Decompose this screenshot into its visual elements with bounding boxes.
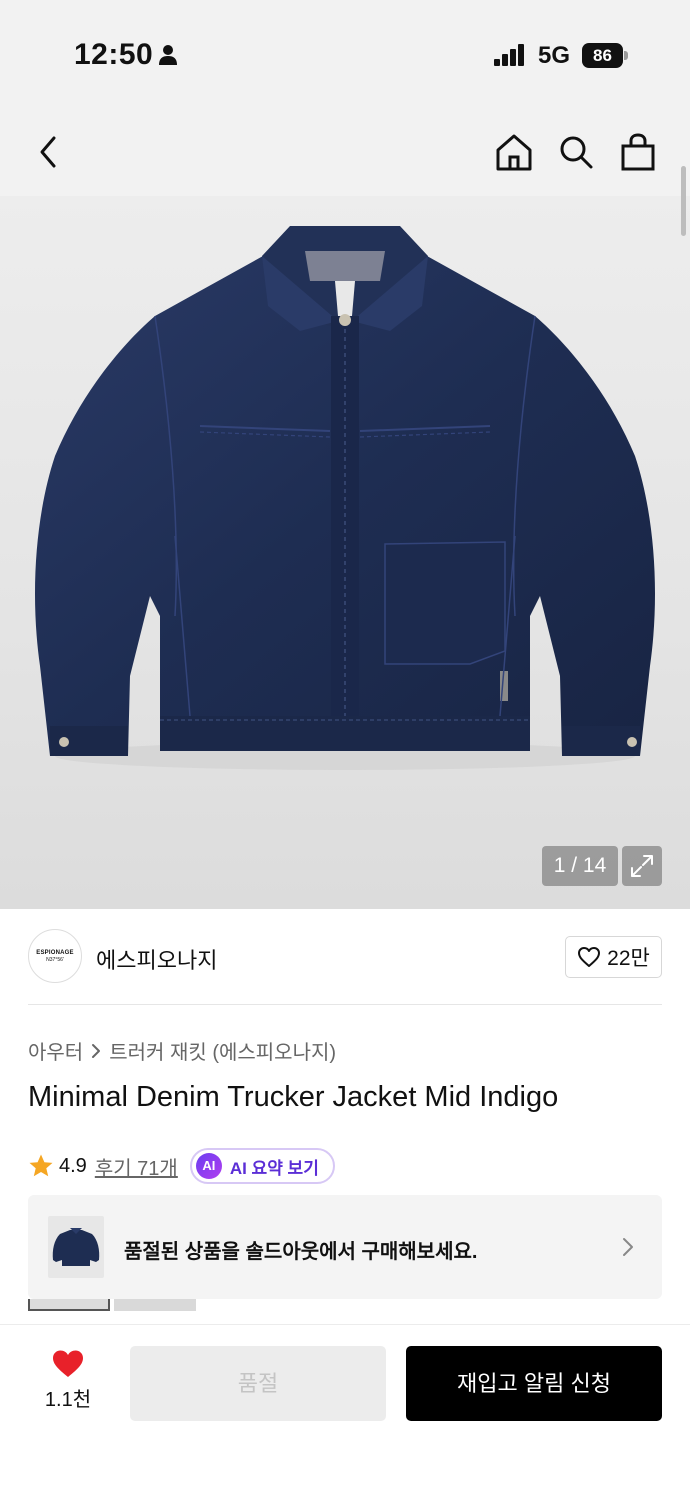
search-button[interactable]: [552, 128, 600, 176]
home-button[interactable]: [490, 128, 538, 176]
battery-level: 86: [582, 43, 623, 68]
rating-row: 4.9 후기 71개 AI AI 요약 보기: [28, 1148, 335, 1184]
back-button[interactable]: [24, 128, 72, 176]
product-title: Minimal Denim Trucker Jacket Mid Indigo: [28, 1081, 559, 1113]
wishlist-count: 1.1천: [44, 1389, 92, 1411]
breadcrumb-item-subcategory[interactable]: 트러커 재킷 (에스피오나지): [109, 1036, 336, 1065]
cart-button[interactable]: [614, 128, 662, 176]
ai-badge-icon: AI: [195, 1153, 222, 1179]
heart-outline-icon: [578, 947, 601, 967]
nav-bar: [0, 110, 690, 196]
bottom-action-bar: 1.1천 품절 재입고 알림 신청: [0, 1324, 690, 1500]
product-image: [35, 226, 655, 770]
status-bar: 12:50 5G 86: [0, 0, 690, 110]
color-option-selected[interactable]: [28, 1299, 110, 1311]
brand-logo-sub: N37°56': [46, 956, 64, 963]
brand-row: ESPIONAGE N37°56' 에스피오나지 22만: [0, 909, 690, 1005]
brand-like-button[interactable]: 22만: [565, 936, 662, 978]
brand-like-count: 22만: [607, 947, 650, 970]
ai-summary-button[interactable]: AI AI 요약 보기: [189, 1148, 335, 1184]
soldout-thumbnail: [48, 1216, 104, 1278]
network-label: 5G: [538, 42, 571, 69]
ai-summary-label: AI 요약 보기: [229, 1158, 319, 1178]
expand-icon: [631, 855, 653, 877]
chevron-right-icon: [92, 1043, 101, 1058]
home-icon: [496, 134, 532, 171]
chevron-left-icon: [40, 136, 56, 168]
shopping-bag-icon: [621, 133, 655, 171]
soldout-button: 품절: [130, 1346, 386, 1421]
status-time: 12:50: [74, 38, 154, 71]
brand-logo-text: ESPIONAGE: [36, 949, 74, 956]
soldout-banner-text: 품절된 상품을 솔드아웃에서 구매해보세요.: [124, 1241, 478, 1263]
breadcrumb-item-category[interactable]: 아우터: [28, 1036, 83, 1065]
soldout-banner[interactable]: 품절된 상품을 솔드아웃에서 구매해보세요.: [28, 1195, 662, 1299]
divider: [28, 1004, 662, 1005]
color-option[interactable]: [114, 1299, 196, 1311]
brand-name[interactable]: 에스피오나지: [96, 943, 217, 975]
person-icon: [159, 45, 177, 65]
restock-alert-button[interactable]: 재입고 알림 신청: [406, 1346, 662, 1421]
star-icon: [29, 1154, 53, 1177]
chevron-right-icon: [623, 1238, 633, 1256]
breadcrumb: 아우터 트러커 재킷 (에스피오나지): [28, 1036, 336, 1065]
heart-filled-icon: [53, 1350, 83, 1377]
battery-icon: 86: [582, 43, 628, 68]
rating-value: 4.9: [59, 1154, 87, 1177]
product-image-gallery[interactable]: [0, 196, 690, 909]
review-link[interactable]: 후기 71개: [95, 1152, 178, 1181]
image-counter: 1 / 14: [542, 846, 618, 886]
brand-logo[interactable]: ESPIONAGE N37°56': [28, 929, 82, 983]
search-icon: [560, 136, 593, 169]
signal-icon: [494, 44, 524, 66]
expand-image-button[interactable]: [622, 846, 662, 886]
wishlist-button[interactable]: 1.1천: [36, 1349, 100, 1415]
scrollbar-thumb[interactable]: [681, 166, 686, 236]
